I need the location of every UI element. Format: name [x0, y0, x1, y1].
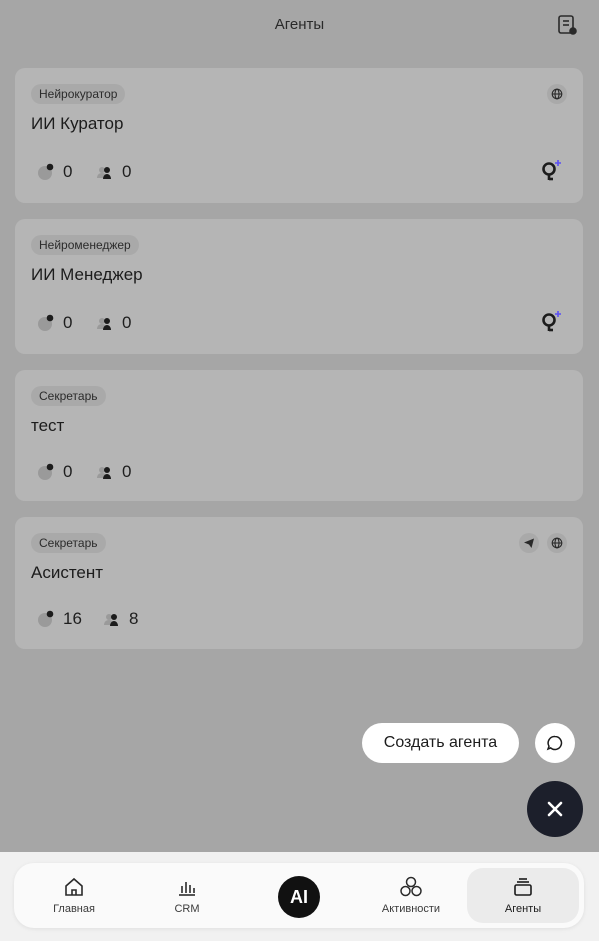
layers-icon — [514, 878, 532, 896]
users-count: 0 — [96, 462, 131, 482]
nav-label: CRM — [174, 903, 200, 915]
chat-bubble-icon[interactable] — [535, 723, 575, 763]
ai-button[interactable]: AI — [278, 876, 320, 918]
channel-badges — [519, 533, 567, 553]
nav-item-activities[interactable]: Активности — [355, 863, 467, 928]
telegram-icon — [519, 533, 539, 553]
chat-dot-icon — [38, 314, 54, 331]
nav-label: Главная — [53, 903, 95, 915]
agent-card[interactable]: Секретарь Асистент 16 8 — [15, 517, 583, 649]
chat-dot-icon — [38, 463, 54, 480]
users-value: 0 — [122, 313, 132, 332]
nav-item-home[interactable]: Главная — [18, 863, 130, 928]
chats-count: 0 — [37, 313, 72, 333]
agent-name: Асистент — [31, 563, 104, 582]
chats-count: 16 — [37, 609, 82, 629]
agent-card[interactable]: Нейроменеджер ИИ Менеджер 0 0 — [15, 219, 583, 354]
agent-logo-icon — [539, 159, 563, 183]
users-value: 8 — [129, 609, 139, 628]
chats-value: 16 — [63, 609, 82, 628]
agent-logo-icon — [539, 310, 563, 334]
agent-type-tag: Секретарь — [31, 533, 106, 553]
users-count: 0 — [96, 313, 131, 333]
globe-icon — [547, 84, 567, 104]
agent-name: тест — [31, 416, 65, 435]
users-value: 0 — [122, 462, 132, 481]
circles-icon — [400, 876, 422, 897]
agent-card[interactable]: Нейрокуратор ИИ Куратор 0 0 — [15, 68, 583, 203]
users-icon — [104, 614, 118, 626]
ai-label: AI — [290, 886, 308, 907]
agent-name: ИИ Менеджер — [31, 265, 143, 284]
users-count: 0 — [96, 162, 131, 182]
nav-label: Агенты — [504, 903, 542, 915]
chats-value: 0 — [63, 462, 73, 481]
channel-badges — [547, 84, 567, 104]
agent-type-tag: Нейроменеджер — [31, 235, 139, 255]
chats-count: 0 — [37, 162, 72, 182]
page-title: Агенты — [274, 16, 325, 33]
home-icon — [65, 877, 83, 896]
nav-item-crm[interactable]: CRM — [131, 863, 243, 928]
chats-value: 0 — [63, 313, 73, 332]
users-count: 8 — [103, 609, 138, 629]
app-header: Агенты — [0, 0, 599, 50]
globe-icon — [547, 533, 567, 553]
chat-dot-icon — [38, 163, 54, 180]
notebook-pen-icon[interactable] — [555, 13, 579, 37]
users-icon — [97, 167, 111, 179]
create-agent-button[interactable]: Создать агента — [362, 723, 519, 763]
users-value: 0 — [122, 162, 132, 181]
chat-dot-icon — [38, 610, 54, 627]
agent-name: ИИ Куратор — [31, 114, 124, 133]
agent-type-tag: Нейрокуратор — [31, 84, 126, 104]
chats-count: 0 — [37, 462, 72, 482]
nav-label: Активности — [381, 903, 441, 915]
agent-type-tag: Секретарь — [31, 386, 106, 406]
nav-item-agents[interactable]: Агенты — [467, 868, 579, 923]
users-icon — [97, 467, 111, 479]
chats-value: 0 — [63, 162, 73, 181]
users-icon — [97, 318, 111, 330]
close-icon[interactable] — [527, 781, 583, 837]
bar-chart-icon — [179, 882, 195, 896]
agent-card[interactable]: Секретарь тест 0 0 — [15, 370, 583, 501]
